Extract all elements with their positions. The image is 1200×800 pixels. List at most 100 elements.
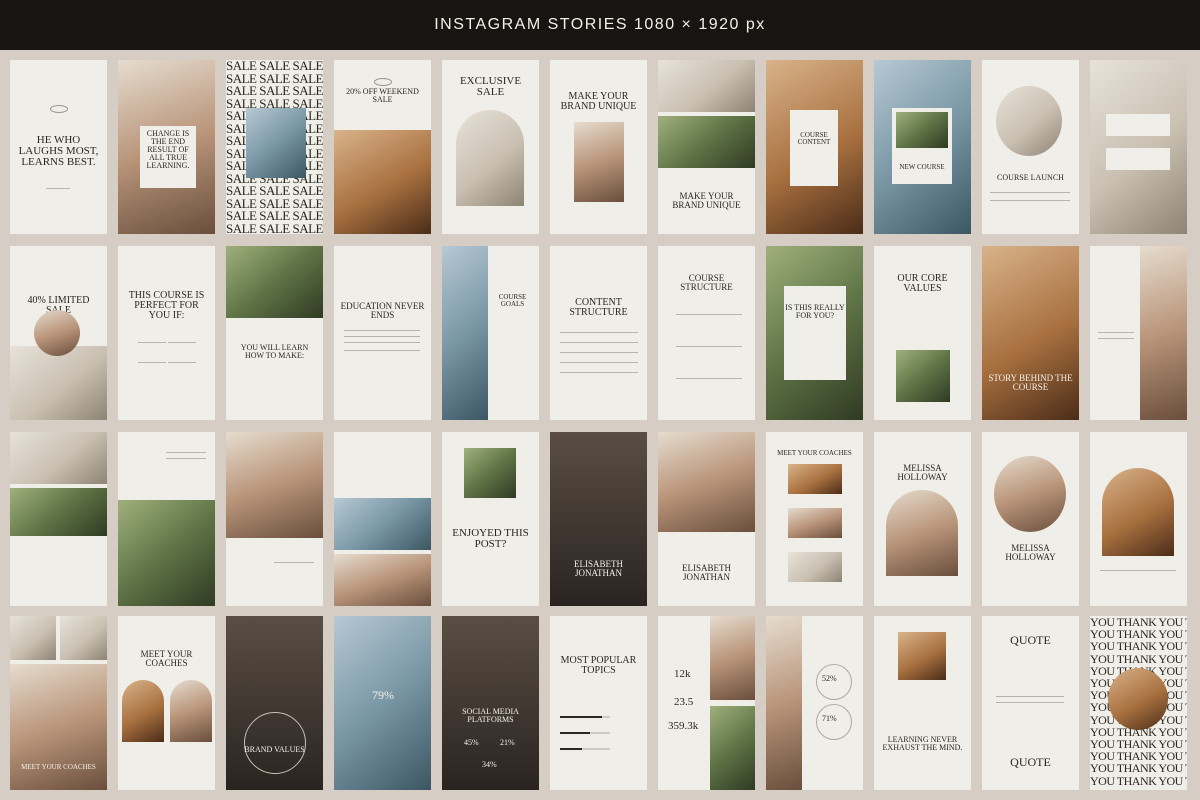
quote-top-title: QUOTE [1010, 633, 1051, 647]
story-course-goals[interactable]: COURSE GOALS [442, 246, 539, 420]
stat-value: 52% [822, 674, 837, 683]
content-title: COURSE CONTENT [797, 131, 831, 146]
name-title: ELISABETH JONATHAN [574, 559, 623, 578]
story-change[interactable]: CHANGE IS THE END RESULT OF ALL TRUE LEA… [118, 60, 215, 234]
story-content-structure[interactable]: CONTENT STRUCTURE [550, 246, 647, 420]
story-photo-pair[interactable] [334, 432, 431, 606]
story-course-perfect[interactable]: THIS COURSE IS PERFECT FOR YOU IF: [118, 246, 215, 420]
goals-title: COURSE GOALS [498, 293, 527, 308]
story-photo-text[interactable] [226, 432, 323, 606]
collage-photo [10, 616, 56, 660]
review-box [1106, 114, 1170, 136]
row-line [560, 332, 638, 333]
story-limited-sale[interactable]: 40% LIMITED SALE [10, 246, 107, 420]
quote-text: HE WHO LAUGHS MOST, LEARNS BEST. [18, 134, 99, 168]
text-line [166, 452, 206, 453]
arch-photo [170, 680, 212, 742]
story-title: STORY BEHIND THE COURSE [988, 373, 1073, 392]
stat-value: 21% [500, 738, 515, 747]
story-meet-coaches[interactable]: MEET YOUR COACHES [766, 432, 863, 606]
story-exclusive-sale[interactable]: EXCLUSIVE SALE [442, 60, 539, 234]
circle-photo [34, 310, 80, 356]
story-photo [710, 616, 755, 700]
story-brand-unique[interactable]: MAKE YOUR BRAND UNIQUE [550, 60, 647, 234]
label-pill [50, 105, 68, 113]
collage-photo [10, 488, 107, 536]
story-education[interactable]: EDUCATION NEVER ENDS [334, 246, 431, 420]
topic-bar [560, 716, 602, 718]
arch-photo [886, 490, 958, 576]
story-thank-you[interactable]: YOU THANK YOU THANKYOU THANK YOU THANKYO… [1090, 616, 1187, 790]
story-collage[interactable] [10, 432, 107, 606]
story-sale-pattern[interactable]: SALE SALE SALE SALE SALE SALE SALE SALE SA… [226, 60, 323, 234]
story-behind-course[interactable]: STORY BEHIND THE COURSE [982, 246, 1079, 420]
arch-photo [122, 680, 164, 742]
coaches-title: MEET YOUR COACHES [140, 649, 193, 668]
story-you-will-learn[interactable]: YOU WILL LEARN HOW TO MAKE: [226, 246, 323, 420]
story-elisabeth-dark[interactable]: ELISABETH JONATHAN [550, 432, 647, 606]
story-photo [1090, 60, 1187, 234]
header-title: INSTAGRAM STORIES 1080 × 1920 px [434, 16, 766, 33]
story-stats[interactable]: 12k 23.5 359.3k [658, 616, 755, 790]
story-popular-topics[interactable]: MOST POPULAR TOPICS [550, 616, 647, 790]
story-photo [442, 246, 488, 420]
structure-title: COURSE STRUCTURE [680, 273, 733, 292]
text-line [996, 696, 1064, 697]
coaches-title: MEET YOUR COACHES [21, 763, 96, 771]
perfect-title: THIS COURSE IS PERFECT FOR YOU IF: [128, 290, 205, 321]
row-line [560, 362, 638, 363]
row-line [560, 352, 638, 353]
story-core-values[interactable]: OUR CORE VALUES [874, 246, 971, 420]
story-percent-rings[interactable]: 52% 71% [766, 616, 863, 790]
arch-photo [1102, 468, 1174, 556]
story-course-structure[interactable]: COURSE STRUCTURE [658, 246, 755, 420]
story-melissa-arch[interactable]: MELISSA HOLLOWAY [874, 432, 971, 606]
story-photo [1140, 246, 1187, 420]
story-text-photo[interactable] [118, 432, 215, 606]
coach-photo [788, 508, 842, 538]
story-social-media[interactable]: SOCIAL MEDIA PLATFORMS 45% 21% 34% [442, 616, 539, 790]
stat-value: 359.3k [668, 720, 699, 732]
row-line [560, 372, 638, 373]
text-line [274, 562, 314, 563]
story-photo-bottom [658, 116, 755, 168]
checklist-line [138, 362, 166, 363]
quote-text: LEARNING NEVER EXHAUST THE MIND. [882, 735, 963, 752]
story-reviews[interactable] [1090, 60, 1187, 234]
circle-photo [996, 86, 1062, 156]
story-weekend-sale[interactable]: 20% OFF WEEKEND SALE [334, 60, 431, 234]
story-testimonial[interactable] [1090, 246, 1187, 420]
story-is-this-for-you[interactable]: IS THIS REALLY FOR YOU? [766, 246, 863, 420]
story-quote-laughs[interactable]: HE WHO LAUGHS MOST, LEARNS BEST. [10, 60, 107, 234]
text-line [344, 330, 420, 331]
social-title: SOCIAL MEDIA PLATFORMS [462, 707, 519, 724]
story-learning-quote[interactable]: LEARNING NEVER EXHAUST THE MIND. [874, 616, 971, 790]
story-brand-values[interactable]: BRAND VALUES [226, 616, 323, 790]
collage-photo [10, 432, 107, 484]
story-photo [550, 432, 647, 606]
story-enjoyed[interactable]: ENJOYED THIS POST? [442, 432, 539, 606]
education-title: EDUCATION NEVER ENDS [340, 301, 425, 320]
row-line [560, 342, 638, 343]
story-arch-review[interactable] [1090, 432, 1187, 606]
sale-title: EXCLUSIVE SALE [459, 75, 522, 98]
story-course-launch[interactable]: COURSE LAUNCH [982, 60, 1079, 234]
story-photo [658, 432, 755, 532]
story-brand-unique-2[interactable]: MAKE YOUR BRAND UNIQUE [658, 60, 755, 234]
story-elisabeth-light[interactable]: ELISABETH JONATHAN [658, 432, 755, 606]
story-coaches-collage[interactable]: MEET YOUR COACHES [10, 616, 107, 790]
stat-value: 79% [372, 688, 394, 702]
story-quote-card[interactable]: QUOTE QUOTE [982, 616, 1079, 790]
text-line [1098, 332, 1134, 333]
story-melissa-circle[interactable]: MELISSA HOLLOWAY [982, 432, 1079, 606]
story-new-course[interactable]: NEW COURSE [874, 60, 971, 234]
name-title: MELISSA HOLLOWAY [1005, 543, 1056, 562]
page-header: INSTAGRAM STORIES 1080 × 1920 px [0, 0, 1200, 50]
text-line [166, 458, 206, 459]
story-79-percent[interactable]: 79% [334, 616, 431, 790]
coach-photo [788, 464, 842, 494]
stat-value: 12k [674, 668, 691, 680]
story-photo [118, 500, 215, 606]
story-course-content[interactable]: COURSE CONTENT [766, 60, 863, 234]
story-coaches-arches[interactable]: MEET YOUR COACHES [118, 616, 215, 790]
